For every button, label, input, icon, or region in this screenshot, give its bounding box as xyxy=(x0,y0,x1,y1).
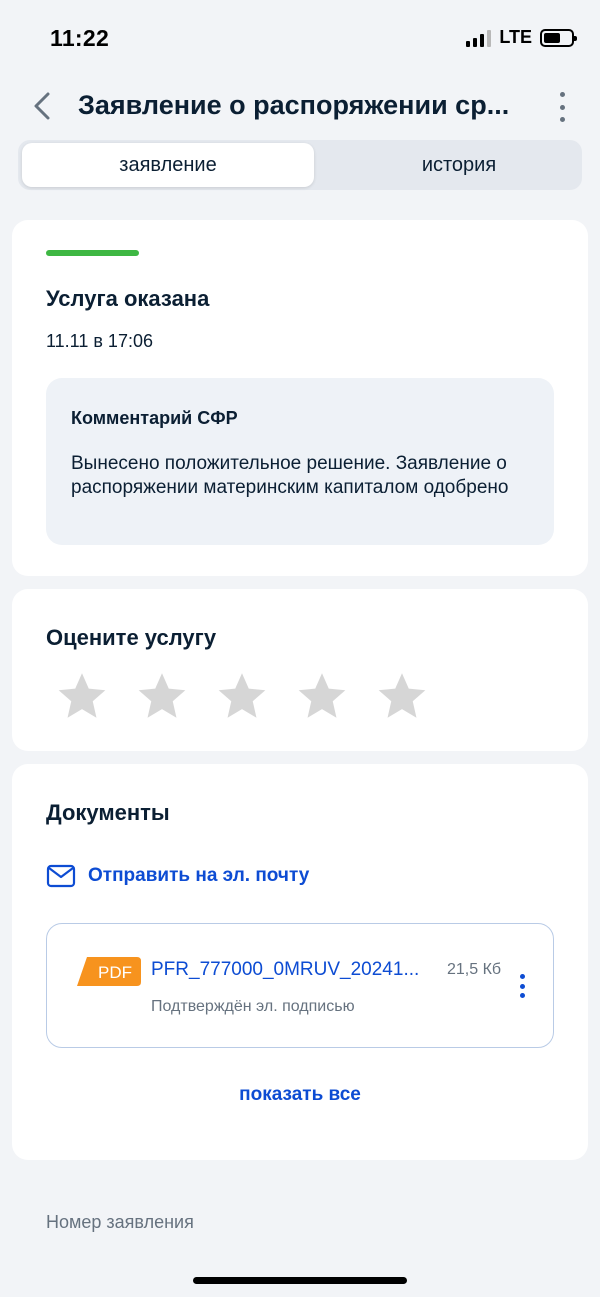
application-number-label: Номер заявления xyxy=(46,1212,194,1232)
battery-level xyxy=(544,32,560,43)
status-time: 11:22 xyxy=(50,25,110,51)
status-indicators: LTE xyxy=(466,27,577,48)
back-button[interactable] xyxy=(24,88,60,124)
mail-icon xyxy=(46,864,76,888)
pdf-icon: PDF xyxy=(77,957,141,986)
segmented-tabs: заявление история xyxy=(18,140,582,190)
battery-icon xyxy=(540,28,577,47)
signal-icon xyxy=(466,29,492,47)
documents-title: Документы xyxy=(46,800,170,825)
send-email-label: Отправить на эл. почту xyxy=(88,865,310,886)
documents-card: Документы Отправить на эл. почту PDF PFR… xyxy=(12,764,588,1160)
document-menu-button[interactable] xyxy=(517,974,527,998)
rating-card: Оцените услугу xyxy=(12,589,588,751)
send-email-link[interactable]: Отправить на эл. почту xyxy=(46,864,309,888)
comment-title: Комментарий СФР xyxy=(71,408,238,428)
status-date: 11.11 в 17:06 xyxy=(46,331,153,351)
document-name[interactable]: PFR_777000_0MRUV_20241... xyxy=(151,959,435,981)
rating-stars xyxy=(54,669,430,725)
tab-history[interactable]: история xyxy=(318,143,600,187)
more-vertical-icon xyxy=(559,92,565,97)
star-icon[interactable] xyxy=(134,669,190,725)
star-icon[interactable] xyxy=(374,669,430,725)
document-item[interactable]: PDF PFR_777000_0MRUV_20241... 21,5 Кб По… xyxy=(46,923,554,1048)
star-icon[interactable] xyxy=(294,669,350,725)
more-vertical-icon xyxy=(519,974,525,979)
network-label: LTE xyxy=(499,27,532,47)
document-size: 21,5 Кб xyxy=(447,961,502,978)
screen: 11:22 LTE Заявление о распоряжении ср...… xyxy=(0,0,600,1297)
rating-title: Оцените услугу xyxy=(46,625,217,650)
more-button[interactable] xyxy=(552,92,572,122)
home-indicator[interactable] xyxy=(193,1277,407,1284)
star-icon[interactable] xyxy=(54,669,110,725)
tab-application[interactable]: заявление xyxy=(22,143,314,187)
document-signed-status: Подтверждён эл. подписью xyxy=(151,998,355,1015)
chevron-left-icon xyxy=(34,92,50,120)
status-bar: 11:22 LTE xyxy=(0,0,600,76)
comment-text: Вынесено положительное решение. Заявлени… xyxy=(71,453,509,498)
show-all-button[interactable]: показать все xyxy=(12,1084,588,1106)
status-card: Услуга оказана 11.11 в 17:06 Комментарий… xyxy=(12,220,588,576)
star-icon[interactable] xyxy=(214,669,270,725)
status-indicator-line xyxy=(46,250,139,256)
header: Заявление о распоряжении ср... xyxy=(0,76,600,138)
status-title: Услуга оказана xyxy=(46,286,210,311)
comment-box: Комментарий СФР Вынесено положительное р… xyxy=(46,378,554,545)
page-title: Заявление о распоряжении ср... xyxy=(78,90,510,120)
svg-text:PDF: PDF xyxy=(98,963,132,982)
